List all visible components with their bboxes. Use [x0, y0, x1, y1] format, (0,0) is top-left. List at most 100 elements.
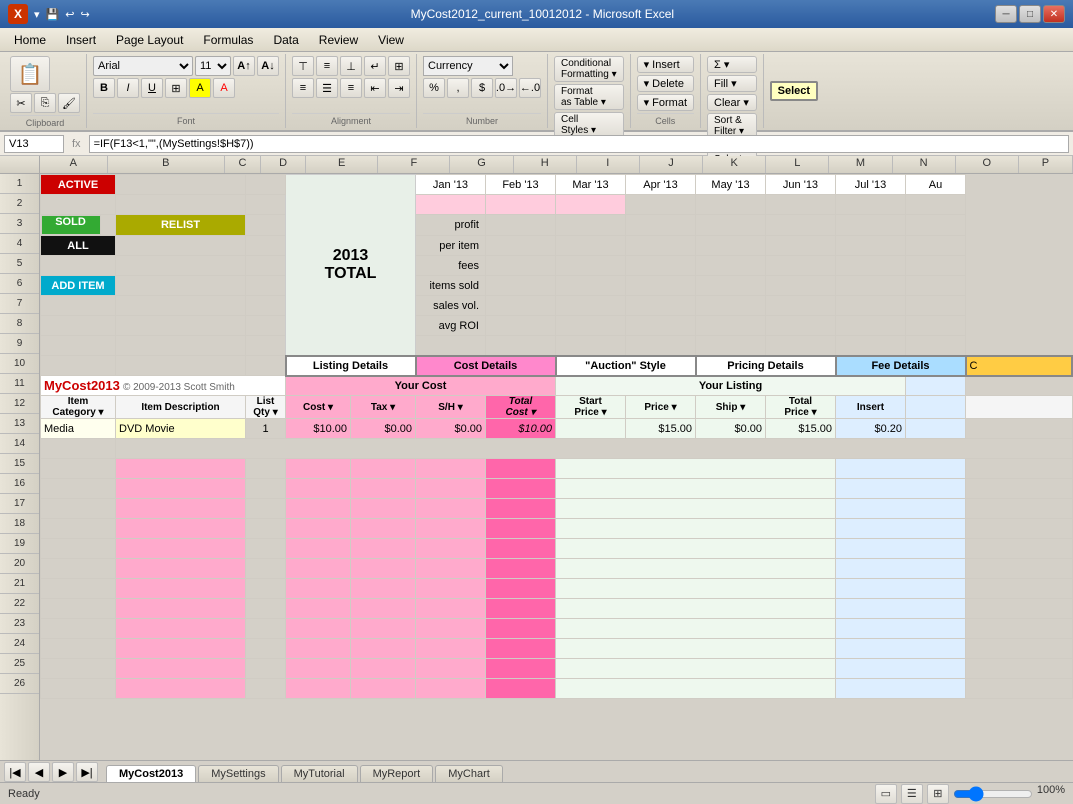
cell-N24[interactable]: [966, 639, 1073, 659]
cell-L7[interactable]: [766, 296, 836, 316]
cell-C8[interactable]: [246, 316, 286, 336]
cell-B6[interactable]: [116, 276, 246, 296]
cell-H20[interactable]: [556, 559, 836, 579]
cell-N22[interactable]: [966, 599, 1073, 619]
underline-button[interactable]: U: [141, 78, 163, 98]
page-break-view-button[interactable]: ⊞: [927, 784, 949, 804]
col-header-sh[interactable]: S/H ▾: [416, 396, 486, 419]
cell-D26[interactable]: [286, 679, 351, 699]
cell-R11[interactable]: [906, 376, 966, 396]
cell-C2[interactable]: [246, 195, 286, 215]
cell-extra-col[interactable]: [906, 419, 966, 439]
conditional-formatting-button[interactable]: ConditionalFormatting ▾: [554, 56, 624, 82]
cell-B15[interactable]: [116, 459, 246, 479]
col-header-M[interactable]: M: [829, 156, 892, 173]
row-num-14[interactable]: 14: [0, 434, 39, 454]
col-header-insert[interactable]: Insert: [836, 396, 906, 419]
menu-home[interactable]: Home: [4, 31, 56, 49]
cell-A26[interactable]: [41, 679, 116, 699]
cell-end-col[interactable]: [966, 419, 1073, 439]
row-num-5[interactable]: 5: [0, 254, 39, 274]
cell-H7[interactable]: [486, 296, 556, 316]
cell-H19[interactable]: [556, 539, 836, 559]
cell-A14[interactable]: [41, 439, 116, 459]
cell-total-price[interactable]: $15.00: [766, 419, 836, 439]
cell-F17[interactable]: [416, 499, 486, 519]
cell-M6[interactable]: [836, 276, 906, 296]
cell-cost-details[interactable]: Cost Details: [416, 356, 556, 376]
close-button[interactable]: ✕: [1043, 5, 1065, 23]
page-layout-view-button[interactable]: ☰: [901, 784, 923, 804]
cell-year-total[interactable]: 2013TOTAL: [286, 175, 416, 356]
sum-button[interactable]: Σ ▾: [707, 56, 757, 73]
cell-A18[interactable]: [41, 519, 116, 539]
cell-C26[interactable]: [246, 679, 286, 699]
cell-G1-month[interactable]: Jan '13: [416, 175, 486, 195]
cell-E23[interactable]: [351, 619, 416, 639]
cell-H9[interactable]: [486, 336, 556, 356]
align-bottom-button[interactable]: ⊥: [340, 56, 362, 76]
cell-list-qty[interactable]: 1: [246, 419, 286, 439]
cell-M3[interactable]: [836, 215, 906, 236]
col-header-N[interactable]: N: [893, 156, 956, 173]
align-top-button[interactable]: ⊤: [292, 56, 314, 76]
cell-N6[interactable]: [906, 276, 966, 296]
cell-C22[interactable]: [246, 599, 286, 619]
currency-button[interactable]: $: [471, 78, 493, 98]
cut-button[interactable]: ✂: [10, 93, 32, 113]
cell-G16[interactable]: [486, 479, 556, 499]
cell-B9[interactable]: [116, 336, 246, 356]
quick-access-undo[interactable]: ↩: [65, 8, 74, 21]
cell-E20[interactable]: [351, 559, 416, 579]
cell-B8[interactable]: [116, 316, 246, 336]
cell-A6-additem[interactable]: ADD ITEM: [41, 276, 116, 296]
cell-G17[interactable]: [486, 499, 556, 519]
row-num-9[interactable]: 9: [0, 334, 39, 354]
cell-A21[interactable]: [41, 579, 116, 599]
cell-B23[interactable]: [116, 619, 246, 639]
cell-K7[interactable]: [696, 296, 766, 316]
cell-H18[interactable]: [556, 519, 836, 539]
cell-E17[interactable]: [351, 499, 416, 519]
col-header-A[interactable]: A: [40, 156, 108, 173]
cell-C19[interactable]: [246, 539, 286, 559]
cell-A2[interactable]: [41, 195, 116, 215]
cell-D22[interactable]: [286, 599, 351, 619]
row-num-26[interactable]: 26: [0, 674, 39, 694]
row-num-4[interactable]: 4: [0, 234, 39, 254]
cell-A4-all[interactable]: ALL: [41, 236, 116, 256]
cell-M5[interactable]: [836, 256, 906, 276]
col-header-total-cost[interactable]: TotalCost ▾: [486, 396, 556, 419]
cell-G8-avgroi[interactable]: avg ROI: [416, 316, 486, 336]
row-num-11[interactable]: 11: [0, 374, 39, 394]
row-num-8[interactable]: 8: [0, 314, 39, 334]
cell-A25[interactable]: [41, 659, 116, 679]
cell-L8[interactable]: [766, 316, 836, 336]
cell-J3[interactable]: [626, 215, 696, 236]
cell-C7[interactable]: [246, 296, 286, 316]
cell-K4[interactable]: [696, 236, 766, 256]
cell-F21[interactable]: [416, 579, 486, 599]
menu-data[interactable]: Data: [263, 31, 308, 49]
cell-N25[interactable]: [966, 659, 1073, 679]
cell-N16[interactable]: [966, 479, 1073, 499]
sheet-tab-mycost2013[interactable]: MyCost2013: [106, 765, 196, 782]
sheet-nav-last[interactable]: ▶|: [76, 762, 98, 782]
cell-item-category[interactable]: Media: [41, 419, 116, 439]
cell-N21[interactable]: [966, 579, 1073, 599]
col-header-C[interactable]: C: [225, 156, 261, 173]
fill-color-button[interactable]: A: [189, 78, 211, 98]
row-num-10[interactable]: 10: [0, 354, 39, 374]
cell-E15[interactable]: [351, 459, 416, 479]
decrease-indent-button[interactable]: ⇤: [364, 78, 386, 98]
sheet-tab-myreport[interactable]: MyReport: [360, 765, 434, 782]
cell-B25[interactable]: [116, 659, 246, 679]
cell-C10[interactable]: [246, 356, 286, 376]
insert-cells-button[interactable]: ▾ Insert: [637, 56, 694, 73]
cell-J2[interactable]: [626, 195, 696, 215]
cell-C1[interactable]: [246, 175, 286, 195]
cell-G5-fees[interactable]: fees: [416, 256, 486, 276]
col-header-P[interactable]: P: [1019, 156, 1073, 173]
cell-J6[interactable]: [626, 276, 696, 296]
cell-L15[interactable]: [836, 459, 966, 479]
